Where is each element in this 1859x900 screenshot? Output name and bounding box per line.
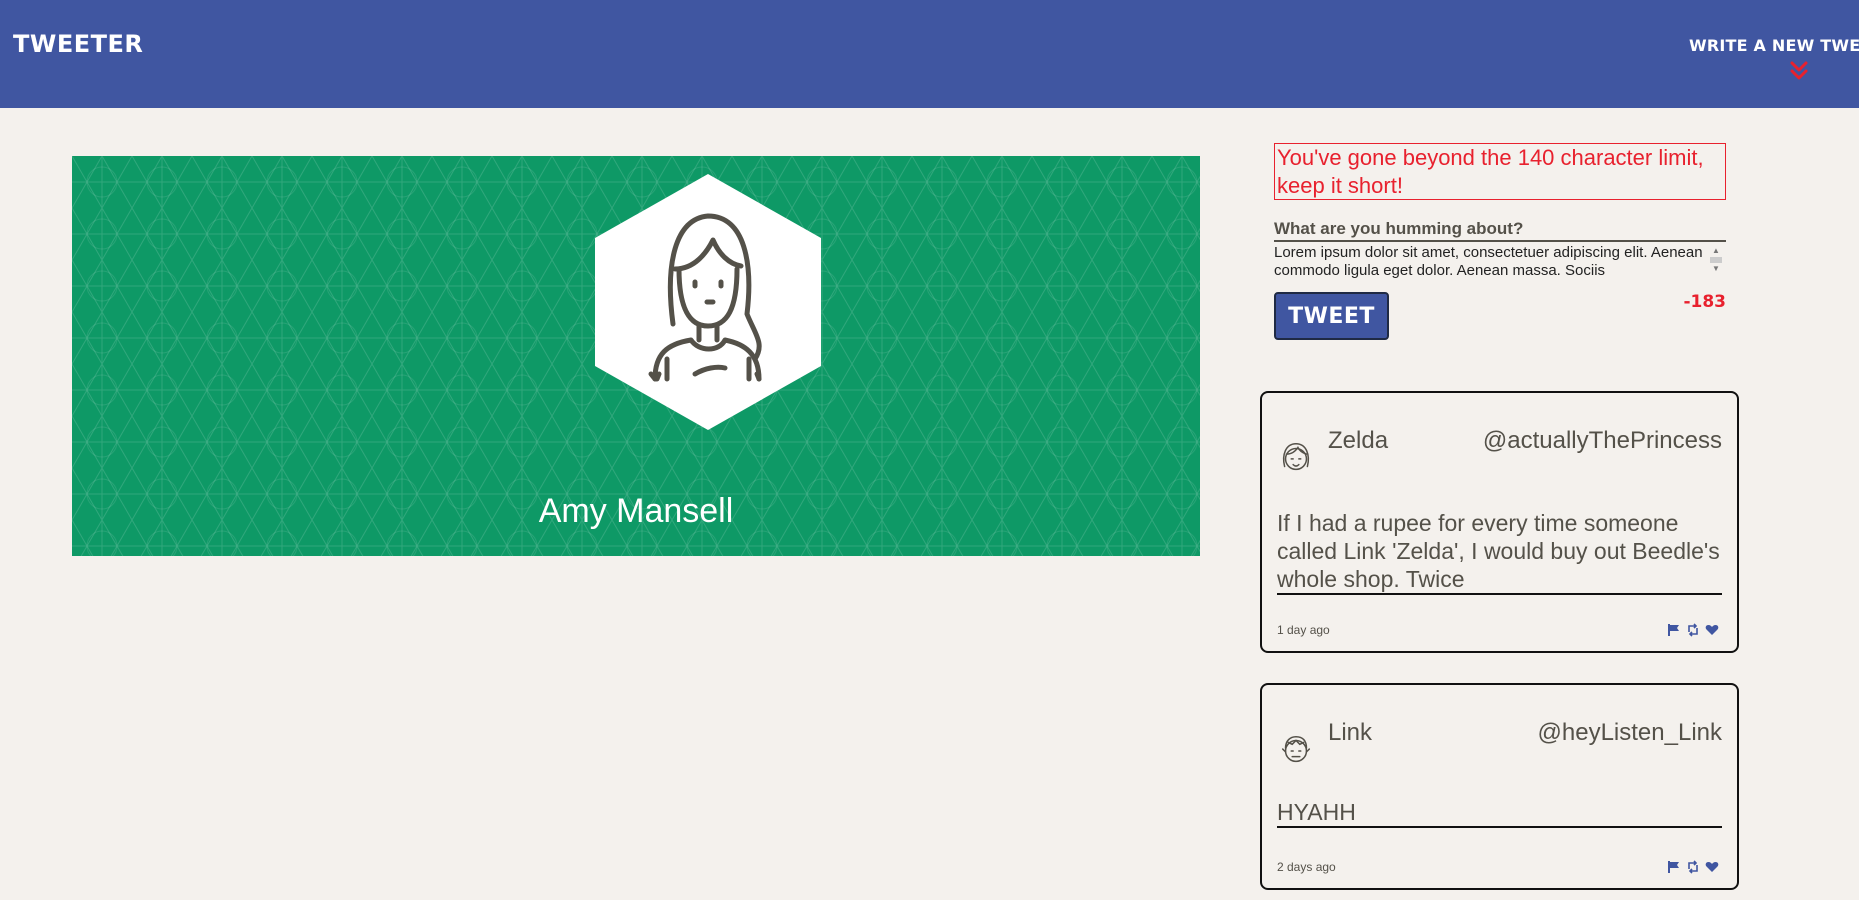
- tweet-card: Zelda @actuallyThePrincess If I had a ru…: [1260, 391, 1739, 653]
- brand-logo[interactable]: Tweeter: [13, 30, 143, 58]
- girl-avatar-icon: [1282, 442, 1310, 471]
- tweet-actions: [1667, 623, 1719, 637]
- tweet-timestamp: 2 days ago: [1277, 860, 1336, 874]
- scroll-down-icon[interactable]: ▼: [1710, 264, 1722, 274]
- flag-icon[interactable]: [1667, 623, 1681, 637]
- tweet-textarea[interactable]: Lorem ipsum dolor sit amet, consectetuer…: [1274, 244, 1726, 282]
- tweet-textarea-value: Lorem ipsum dolor sit amet, consectetuer…: [1274, 244, 1703, 279]
- tweet-text: If I had a rupee for every time someone …: [1277, 509, 1722, 595]
- heart-icon[interactable]: [1705, 623, 1719, 637]
- compose-footer: Tweet -183: [1274, 292, 1726, 342]
- character-limit-error: You've gone beyond the 140 character lim…: [1274, 143, 1726, 200]
- tweet-author-name: Zelda: [1328, 427, 1389, 454]
- character-counter: -183: [1683, 292, 1726, 312]
- tweet-author-handle: @actuallyThePrincess: [1482, 427, 1722, 454]
- tweet-text: HYAHH: [1277, 798, 1722, 828]
- write-new-tweet-button[interactable]: Write a new tweet: [1689, 36, 1859, 83]
- retweet-icon[interactable]: [1686, 623, 1700, 637]
- profile-name: Amy Mansell: [538, 492, 734, 530]
- profile-banner: Amy Mansell: [72, 156, 1200, 556]
- scroll-thumb[interactable]: [1710, 257, 1722, 263]
- write-new-tweet-label: Write a new tweet: [1689, 36, 1859, 55]
- tweet-timestamp: 1 day ago: [1277, 623, 1330, 637]
- double-chevron-down-icon: [1790, 61, 1808, 80]
- top-nav-bar: Tweeter Write a new tweet: [0, 0, 1859, 108]
- flag-icon[interactable]: [1667, 860, 1681, 874]
- textarea-scrollbar[interactable]: ▲ ▼: [1710, 246, 1722, 274]
- tweet-author-handle: @heyListen_Link: [1537, 719, 1722, 746]
- retweet-icon[interactable]: [1686, 860, 1700, 874]
- tweet-composer: You've gone beyond the 140 character lim…: [1274, 143, 1726, 342]
- tweet-author-name: Link: [1328, 719, 1373, 746]
- boy-avatar-icon: [1281, 735, 1311, 763]
- tweet-actions: [1667, 860, 1719, 874]
- tweet-card: Link @heyListen_Link HYAHH 2 days ago: [1260, 683, 1739, 890]
- compose-prompt-label: What are you humming about?: [1274, 219, 1726, 242]
- scroll-up-icon[interactable]: ▲: [1710, 246, 1722, 256]
- heart-icon[interactable]: [1705, 860, 1719, 874]
- tweet-button[interactable]: Tweet: [1274, 292, 1389, 340]
- woman-avatar-icon: [595, 174, 821, 430]
